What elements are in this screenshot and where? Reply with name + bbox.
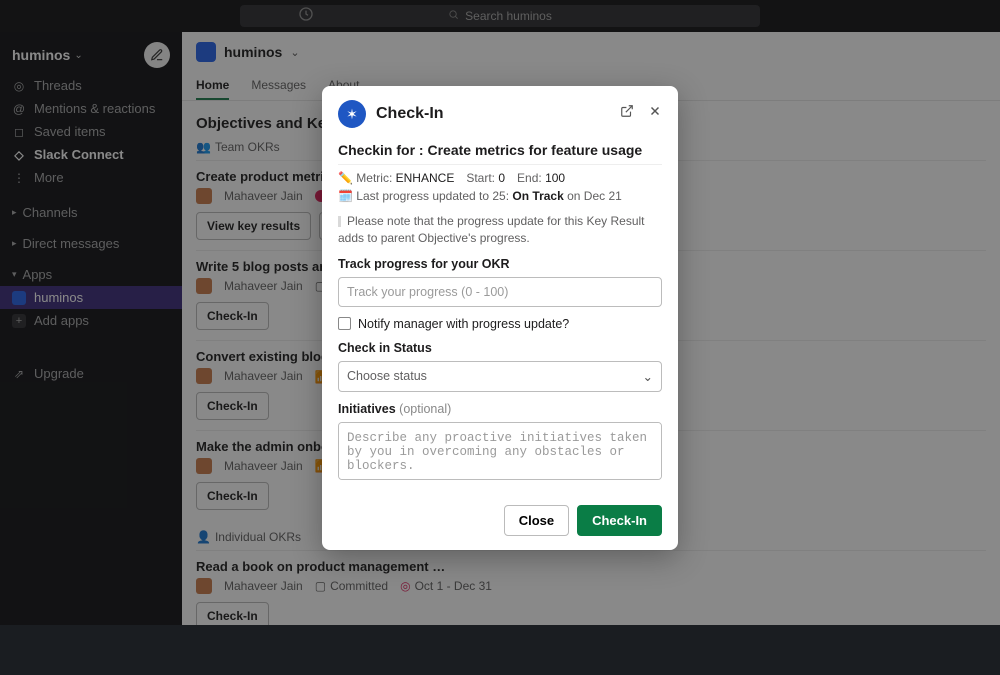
- checkbox-icon: [338, 317, 351, 330]
- submit-checkin-button[interactable]: Check-In: [577, 505, 662, 536]
- calendar-icon: 🗓️: [338, 189, 353, 203]
- track-progress-label: Track progress for your OKR: [338, 257, 662, 271]
- external-link-icon[interactable]: [620, 104, 634, 121]
- app-logo-icon: ✶: [338, 100, 366, 128]
- pencil-icon: ✏️: [338, 171, 353, 185]
- status-select[interactable]: Choose status ⌄: [338, 361, 662, 392]
- close-button[interactable]: Close: [504, 505, 569, 536]
- status-label: Check in Status: [338, 341, 662, 355]
- chevron-down-icon: ⌄: [643, 369, 653, 384]
- checkin-modal: ✶ Check-In Checkin for : Create metrics …: [322, 86, 678, 550]
- last-progress-line: 🗓️ Last progress updated to 25: On Track…: [338, 189, 662, 203]
- modal-overlay[interactable]: ✶ Check-In Checkin for : Create metrics …: [0, 0, 1000, 625]
- divider: [338, 164, 662, 165]
- progress-input[interactable]: [338, 277, 662, 307]
- note-bar-icon: [338, 216, 341, 227]
- close-icon[interactable]: [648, 104, 662, 121]
- modal-title: Check-In: [376, 105, 444, 123]
- info-note: Please note that the progress update for…: [338, 213, 662, 247]
- modal-subject: Checkin for : Create metrics for feature…: [338, 142, 662, 158]
- metric-line: ✏️ Metric: ENHANCE Start: 0 End: 100: [338, 171, 662, 185]
- initiatives-textarea[interactable]: [338, 422, 662, 480]
- initiatives-label: Initiatives (optional): [338, 402, 662, 416]
- notify-manager-checkbox[interactable]: Notify manager with progress update?: [338, 317, 662, 331]
